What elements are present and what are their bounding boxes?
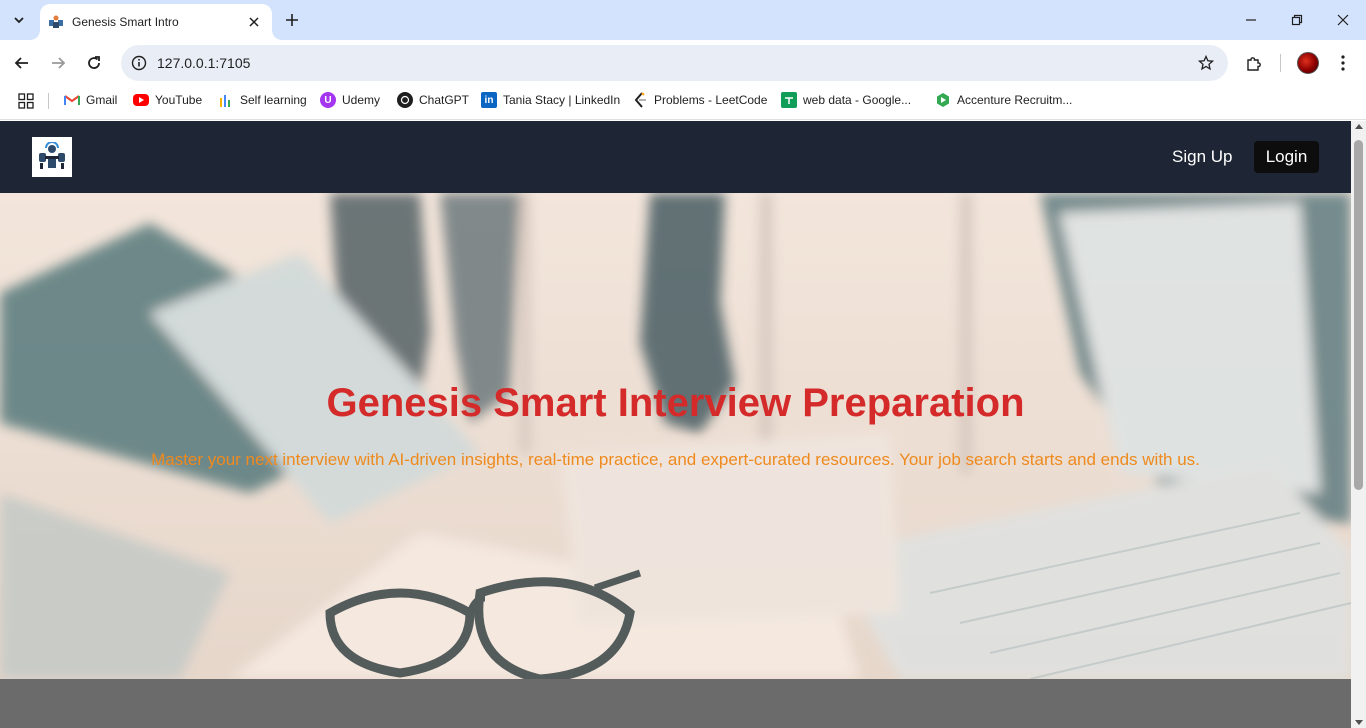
chatgpt-icon (397, 92, 413, 108)
google-sheets-icon (781, 92, 797, 108)
new-tab-button[interactable] (280, 8, 304, 32)
restore-button[interactable] (1274, 0, 1320, 40)
reload-button[interactable] (80, 49, 108, 77)
bookmark-self-learning[interactable]: Self learning (218, 86, 307, 114)
gmail-icon (64, 92, 80, 108)
hero-subtitle: Master your next interview with AI-drive… (151, 450, 1200, 469)
bookmark-label: Problems - LeetCode (654, 93, 768, 107)
site-info-icon[interactable] (129, 53, 149, 73)
bookmark-leetcode[interactable]: Problems - LeetCode (632, 86, 767, 114)
scroll-up-arrow-icon[interactable] (1355, 124, 1363, 129)
close-window-button[interactable] (1320, 0, 1366, 40)
login-button[interactable]: Login (1254, 141, 1319, 173)
interview-logo-icon (39, 142, 65, 169)
bookmark-label: ChatGPT (419, 93, 470, 107)
linkedin-icon: in (481, 92, 497, 108)
back-button[interactable] (8, 49, 36, 77)
bookmarks-divider (48, 93, 49, 109)
apps-grid-icon[interactable] (18, 93, 34, 109)
browser-toolbar: 127.0.0.1:7105 (0, 40, 1366, 86)
accenture-icon (935, 92, 951, 108)
arrow-right-icon (52, 57, 66, 69)
toolbar-divider (1280, 54, 1281, 72)
page-viewport: Sign Up Login Genesis Smart Interview Pr… (0, 121, 1351, 728)
site-logo[interactable] (32, 137, 72, 177)
scroll-down-arrow-icon[interactable] (1355, 720, 1363, 725)
bookmark-youtube[interactable]: YouTube (133, 86, 202, 114)
tab-search-button[interactable] (6, 7, 32, 33)
udemy-icon: U (320, 92, 336, 108)
self-learning-icon (218, 92, 234, 108)
reload-icon (88, 56, 100, 69)
sign-up-link[interactable]: Sign Up (1162, 143, 1242, 171)
bookmark-linkedin[interactable]: in Tania Stacy | LinkedIn (481, 86, 620, 114)
bookmark-udemy[interactable]: U Udemy (320, 86, 380, 114)
tab-strip: Genesis Smart Intro (0, 0, 1366, 40)
arrow-left-icon (14, 57, 28, 69)
profile-avatar[interactable] (1297, 52, 1319, 74)
bookmark-star-icon[interactable] (1196, 53, 1216, 73)
forward-button[interactable] (44, 49, 72, 77)
plus-icon (286, 14, 298, 26)
tab-title: Genesis Smart Intro (72, 15, 179, 29)
youtube-icon (133, 94, 149, 106)
bookmark-label: YouTube (155, 93, 203, 107)
bookmark-accenture[interactable]: Accenture Recruitm... (935, 86, 1072, 114)
active-tab[interactable]: Genesis Smart Intro (30, 4, 282, 40)
site-favicon-icon (49, 15, 63, 28)
leetcode-icon (632, 92, 648, 108)
minimize-icon (1246, 19, 1256, 21)
close-icon (1337, 14, 1349, 26)
site-header: Sign Up Login (0, 121, 1351, 193)
bookmark-web-data[interactable]: web data - Google... (781, 86, 911, 114)
office-background-image (0, 193, 1351, 679)
menu-button[interactable] (1329, 49, 1357, 77)
minimize-button[interactable] (1228, 0, 1274, 40)
bookmark-label: Accenture Recruitm... (957, 93, 1073, 107)
bookmark-label: web data - Google... (803, 93, 912, 107)
address-bar[interactable]: 127.0.0.1:7105 (121, 45, 1228, 81)
bookmark-gmail[interactable]: Gmail (64, 86, 117, 114)
bookmark-label: Tania Stacy | LinkedIn (503, 93, 621, 107)
bookmark-chatgpt[interactable]: ChatGPT (397, 86, 469, 114)
more-vertical-icon (1341, 55, 1345, 71)
close-tab-icon[interactable] (246, 14, 262, 30)
chevron-down-icon (14, 17, 24, 24)
bookmark-label: Self learning (240, 93, 307, 107)
puzzle-icon (1247, 57, 1261, 71)
url-text: 127.0.0.1:7105 (157, 55, 251, 71)
bookmark-label: Gmail (86, 93, 118, 107)
hero-section: Genesis Smart Interview Preparation Mast… (0, 193, 1351, 679)
restore-icon (1291, 14, 1303, 26)
extensions-button[interactable] (1240, 49, 1268, 77)
page-scrollbar[interactable] (1351, 121, 1366, 728)
scrollbar-thumb[interactable] (1354, 140, 1363, 490)
bookmark-label: Udemy (342, 93, 381, 107)
bookmarks-bar: Gmail YouTube Self learning U Udemy Chat… (0, 86, 1366, 120)
hero-title: Genesis Smart Interview Preparation (326, 381, 1025, 425)
